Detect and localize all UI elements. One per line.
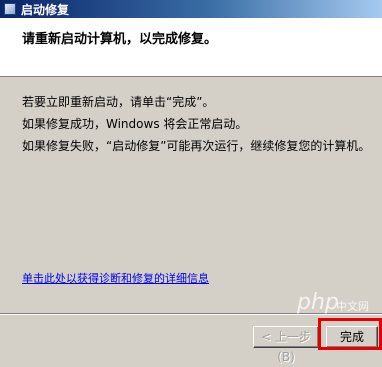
watermark-logo: php: [297, 290, 339, 315]
title-bar: 启动修复: [0, 0, 382, 18]
finish-highlight-box: [318, 318, 382, 350]
back-button[interactable]: < 上一步(B): [253, 326, 319, 364]
header-panel: 请重新启动计算机，以完成修复。: [0, 18, 382, 77]
header-instruction: 请重新启动计算机，以完成修复。: [22, 32, 218, 47]
diagnostic-details-link[interactable]: 单击此处以获得诊断和修复的详细信息: [22, 270, 209, 286]
message-failure: 如果修复失败，“启动修复”可能再次运行，继续修复您的计算机。: [22, 139, 371, 153]
window-title: 启动修复: [21, 2, 70, 17]
message-success: 如果修复成功，Windows 将会正常启动。: [22, 117, 248, 131]
app-icon: [4, 3, 16, 15]
message-restart: 若要立即重新启动，请单击“完成”。: [22, 95, 215, 109]
watermark-subtext: 中文网: [336, 300, 369, 313]
